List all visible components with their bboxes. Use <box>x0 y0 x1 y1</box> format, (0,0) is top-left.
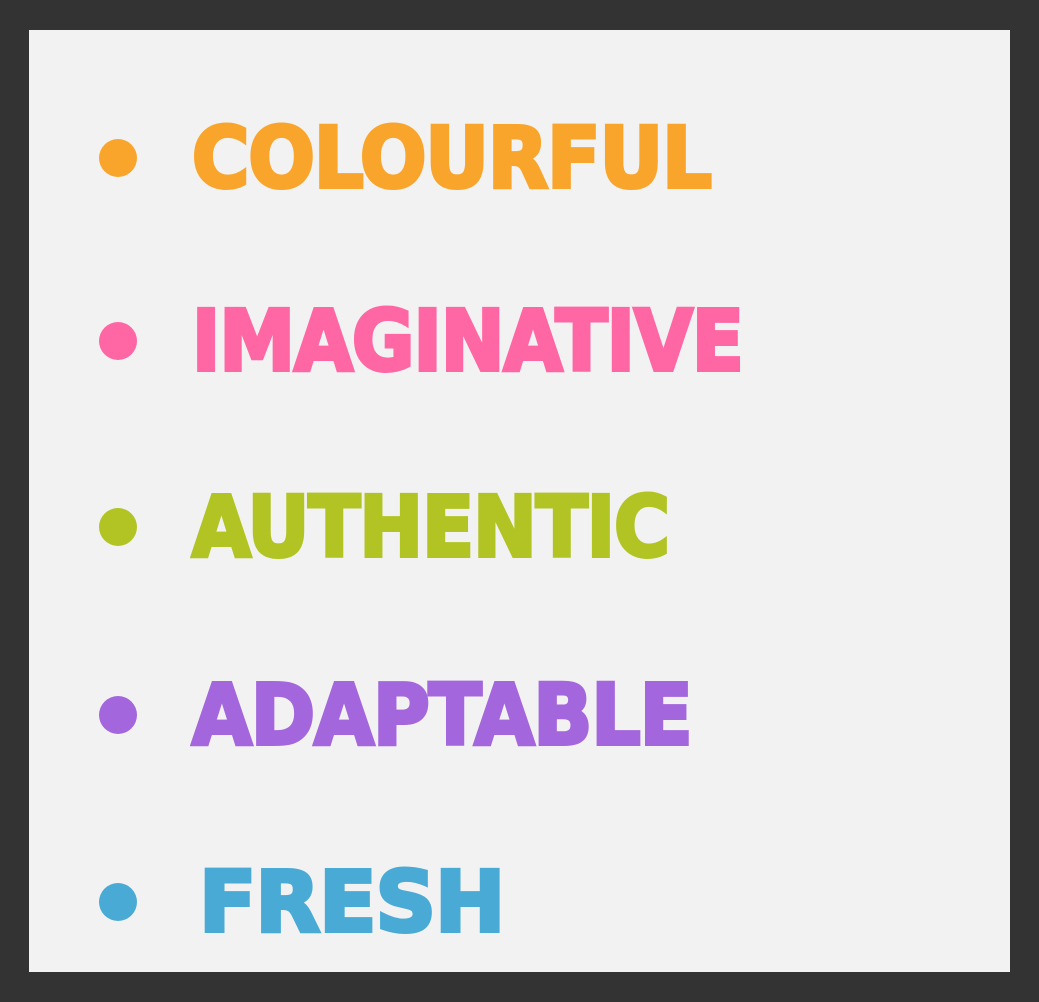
word-list-panel: COLOURFUL IMAGINATIVE AUTHENTIC ADAPTABL… <box>29 30 1010 972</box>
list-item-authentic: AUTHENTIC <box>29 478 1010 576</box>
list-item-label: ADAPTABLE <box>190 666 694 764</box>
bullet-dot-icon <box>99 139 137 177</box>
list-item-adaptable: ADAPTABLE <box>29 666 1010 764</box>
bullet-dot-icon <box>99 322 137 360</box>
list-item-fresh: FRESH <box>29 853 1010 951</box>
list-item-label: COLOURFUL <box>190 109 714 207</box>
list-item-label: IMAGINATIVE <box>190 292 745 390</box>
list-item-imaginative: IMAGINATIVE <box>29 292 1010 390</box>
bullet-list: COLOURFUL IMAGINATIVE AUTHENTIC ADAPTABL… <box>29 30 1010 972</box>
list-item-colourful: COLOURFUL <box>29 109 1010 207</box>
bullet-dot-icon <box>99 508 137 546</box>
bullet-dot-icon <box>99 696 137 734</box>
list-item-label: FRESH <box>197 853 507 951</box>
bullet-dot-icon <box>99 883 137 921</box>
list-item-label: AUTHENTIC <box>190 478 672 576</box>
